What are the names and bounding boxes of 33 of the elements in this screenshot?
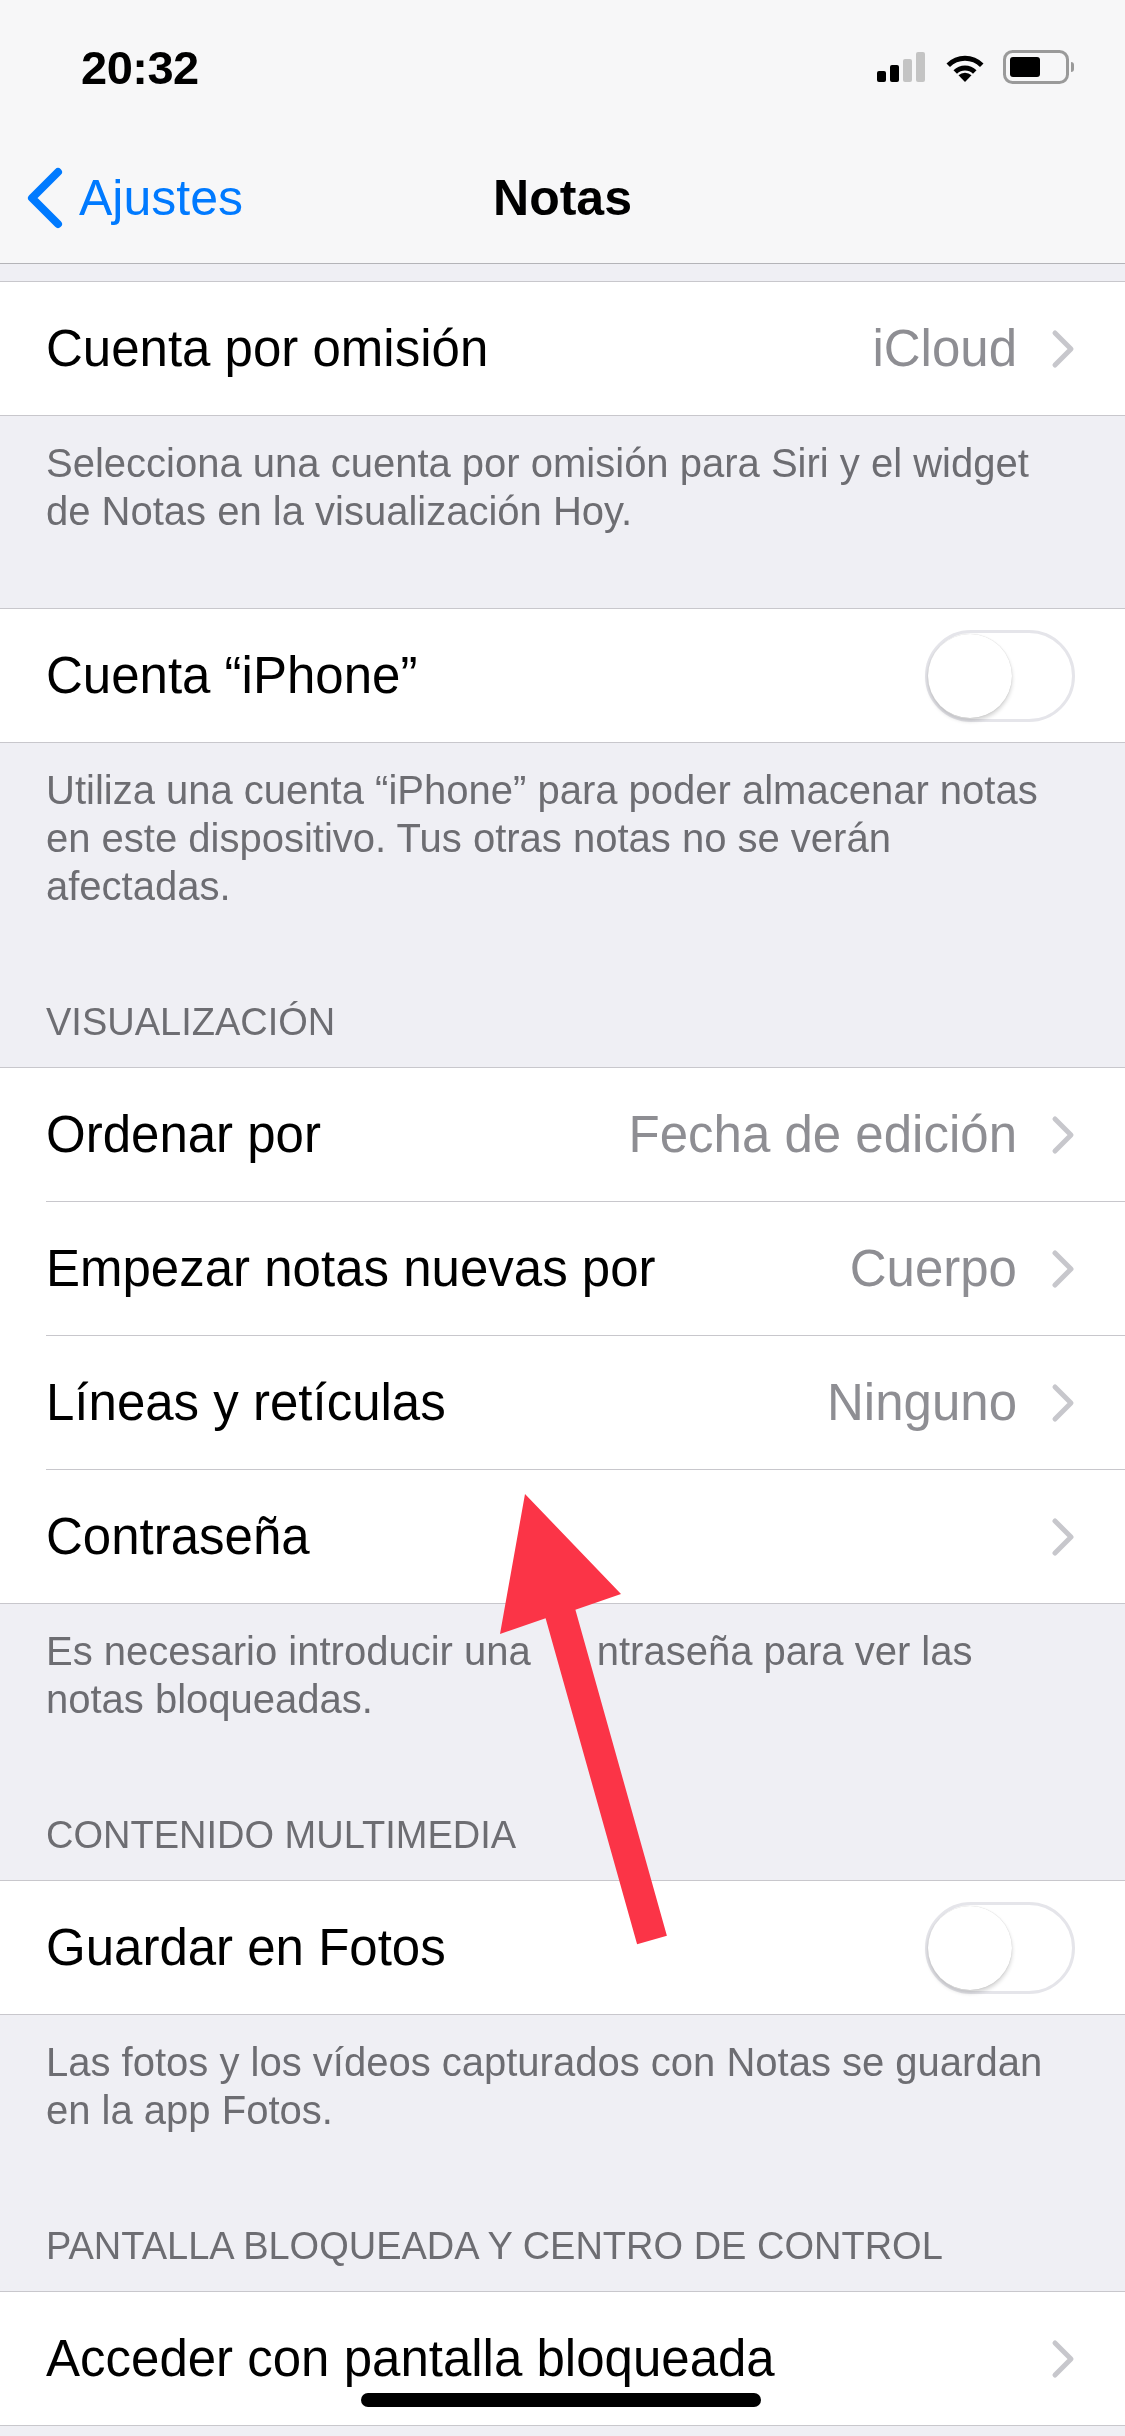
setting-value: iCloud [872,319,1017,378]
setting-label[interactable]: Cuenta por omisión [46,319,489,378]
section-header: CONTENIDO MULTIMEDIA [45,1813,518,1858]
setting-value: Fecha de edición [628,1105,1017,1164]
section-header: PANTALLA BLOQUEADA Y CENTRO DE CONTROL [45,2224,944,2269]
setting-label[interactable]: Empezar notas nuevas por [46,1239,656,1298]
setting-label[interactable]: Acceder con pantalla bloqueada [46,2329,775,2388]
screen-title: Notas [493,168,632,227]
setting-label[interactable]: Cuenta “iPhone” [46,646,418,705]
chevron-icon [1051,2338,1075,2379]
signal-icon [877,52,927,82]
back-button[interactable]: Ajustes [0,166,243,229]
section-footnote: ntraseña para ver las [596,1628,973,1675]
setting-label[interactable]: Líneas y retículas [46,1373,446,1432]
setting-value: Cuerpo [849,1239,1017,1298]
section-footnote: Las fotos y los vídeos capturados con Notas se guardan en la app Fotos. [45,2039,1044,2134]
setting-value: Ninguno [827,1373,1017,1432]
chevron-icon [1051,1248,1075,1289]
section-header: VISUALIZACIÓN [45,1000,337,1045]
battery-icon [1003,50,1075,84]
chevron-icon [1051,328,1075,369]
chevron-icon [1051,1516,1075,1557]
status-time: 20:32 [81,39,199,95]
section-footnote: Selecciona una cuenta por omisión para Siri y el widget de Notas en la visualización Hoy. [45,440,1030,535]
section-footnote: Es necesario introducir una [46,1628,531,1675]
chevron-icon [1051,1382,1075,1423]
chevron-icon [1051,1114,1075,1155]
setting-label[interactable]: Guardar en Fotos [46,1918,446,1977]
setting-label[interactable]: Contraseña [46,1507,310,1566]
section-footnote: Utiliza una cuenta “iPhone” para poder almacenar notas en este dispositivo. Tus otras notas no se verán afectadas. [45,767,1039,910]
setting-label[interactable]: Ordenar por [46,1105,321,1164]
chevron-icon [26,166,63,229]
section-footnote: notas bloqueadas. [46,1676,373,1723]
